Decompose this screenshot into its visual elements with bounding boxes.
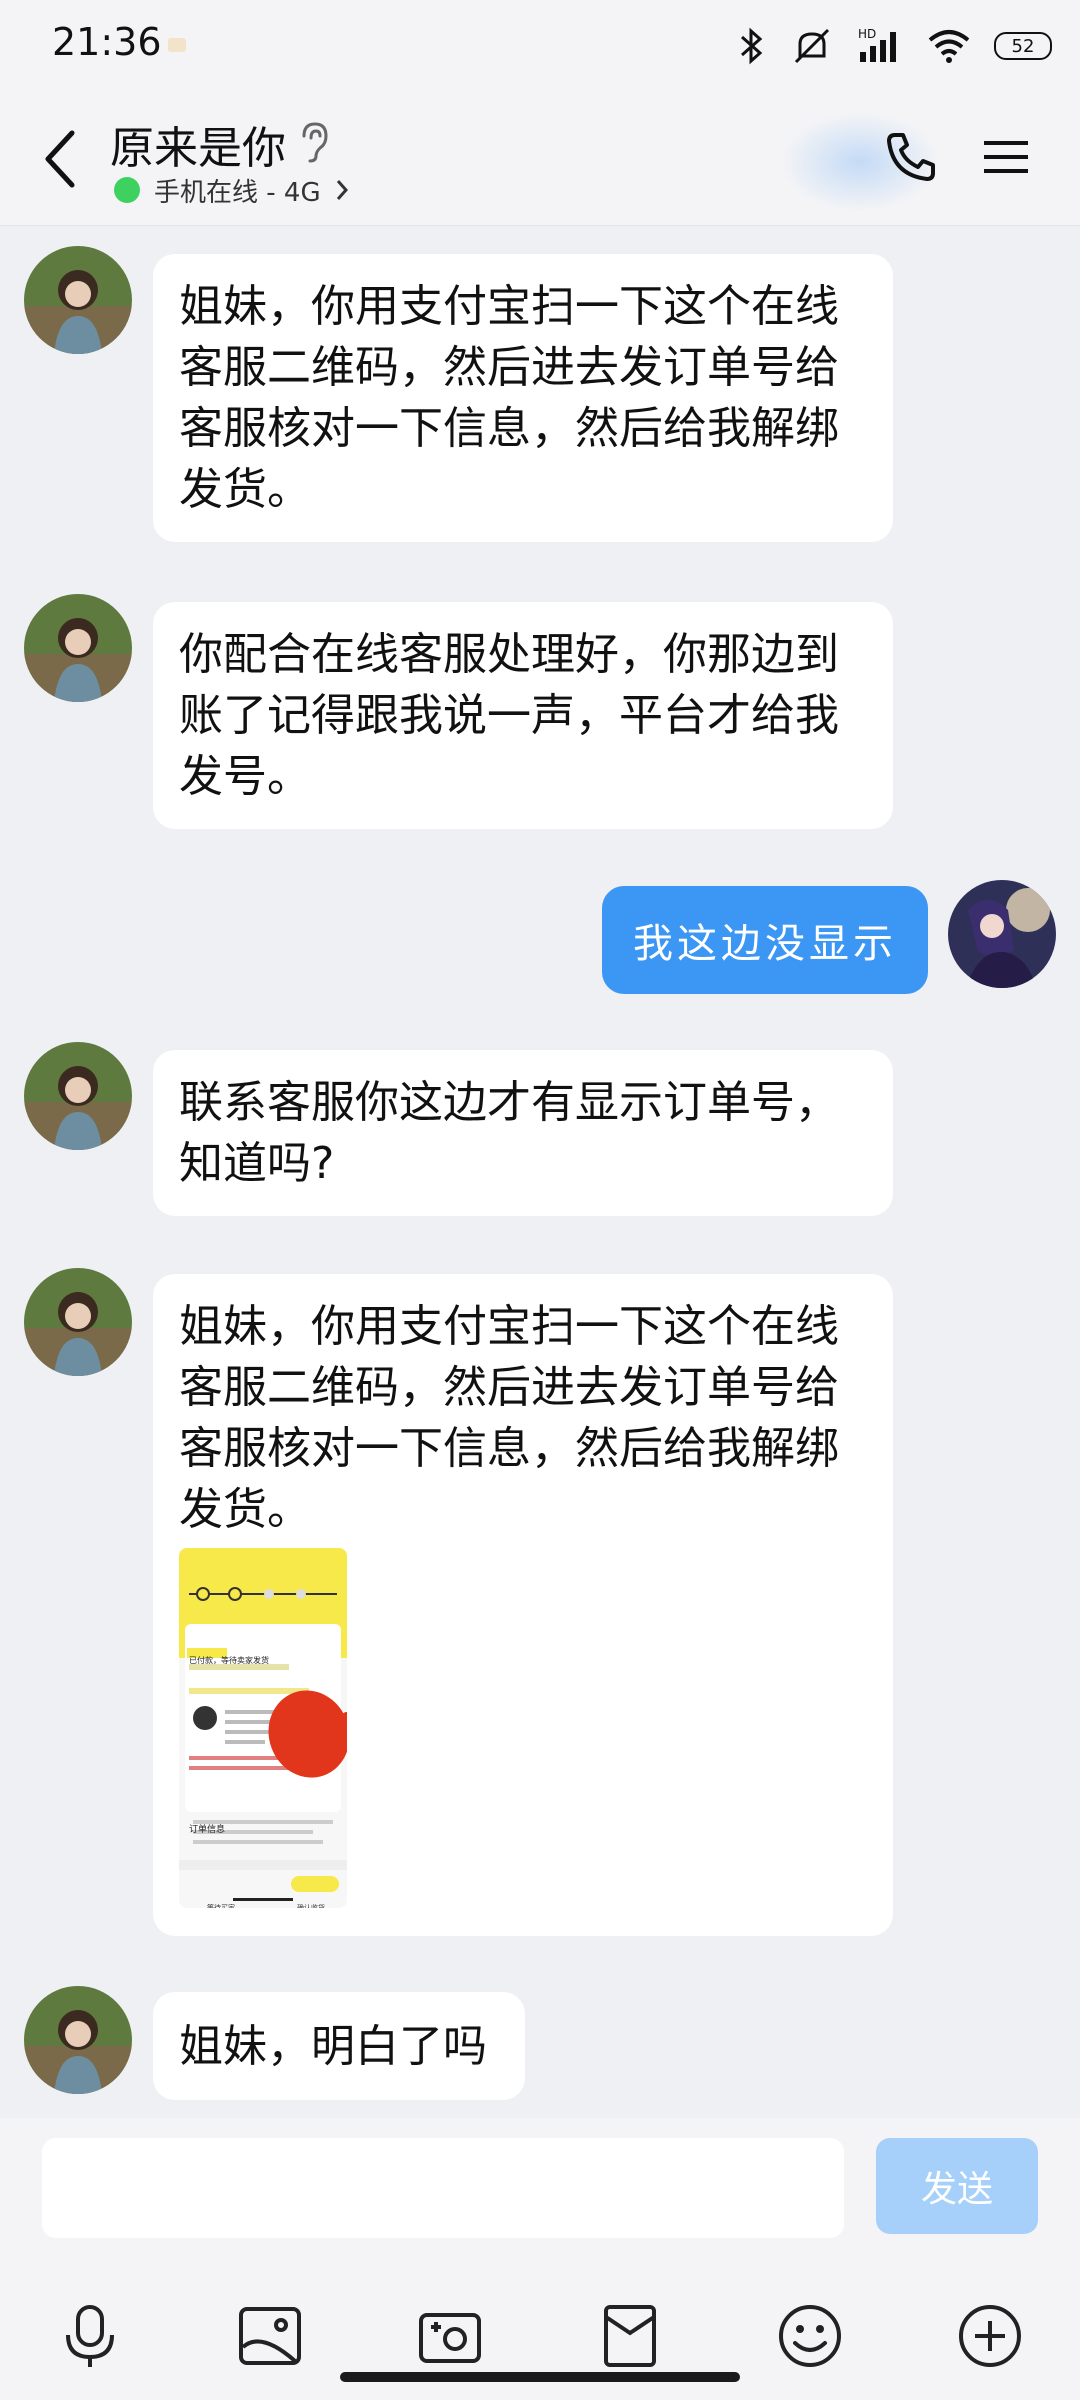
contact-avatar[interactable] (24, 1986, 132, 2094)
microphone-icon (66, 2305, 114, 2367)
emoji-icon (779, 2305, 841, 2367)
red-packet-icon (604, 2305, 656, 2367)
message-bubble[interactable]: 你配合在线客服处理好，你那边到 账了记得跟我说一声，平台才给我 发号。 (153, 602, 893, 829)
emoji-button[interactable] (770, 2296, 850, 2376)
message-text: 我这边没显示 (633, 921, 897, 967)
camera-button[interactable] (410, 2296, 490, 2376)
message-line: 客服二维码，然后进去发订单号给 (179, 342, 839, 393)
image-order-section: 订单信息 (189, 1825, 226, 1835)
message-line: 客服二维码，然后进去发订单号给 (179, 1362, 839, 1413)
contact-name[interactable]: 原来是你 (110, 112, 286, 176)
image-btn-right: 确认收货 (297, 1904, 325, 1908)
status-bar: 21:36 HD 52 (0, 0, 1080, 92)
image-btn-left: 等待买家 (207, 1904, 235, 1908)
more-menu-button[interactable] (974, 122, 1038, 192)
svg-text:HD: HD (858, 27, 876, 41)
chat-header: 原来是你 手机在线 - 4G (0, 92, 1080, 226)
signal-icon: HD (858, 27, 896, 62)
image-order-status: 已付款，等待卖家发货 (189, 1656, 269, 1665)
phone-icon (887, 133, 935, 181)
ear-icon (302, 122, 328, 163)
notification-icon (168, 38, 186, 52)
mute-icon (794, 28, 830, 64)
send-button[interactable]: 发送 (876, 2138, 1038, 2234)
message-text: 姐妹，明白了吗 (179, 2020, 487, 2072)
message-line: 知道吗? (179, 1138, 335, 1189)
message-bubble[interactable]: 姐妹，你用支付宝扫一下这个在线 客服二维码，然后进去发订单号给 客服核对一下信息… (153, 254, 893, 542)
message-line: 姐妹，你用支付宝扫一下这个在线 (179, 1301, 839, 1352)
voice-button[interactable] (50, 2296, 130, 2376)
call-button[interactable] (876, 122, 946, 192)
more-actions-button[interactable] (950, 2296, 1030, 2376)
message-line: 账了记得跟我说一声，平台才给我 (179, 690, 839, 741)
message-bubble[interactable]: 姐妹，你用支付宝扫一下这个在线 客服二维码，然后进去发订单号给 客服核对一下信息… (153, 1274, 893, 1936)
input-bar: 发送 (0, 2118, 1080, 2400)
message-bubble[interactable]: 姐妹，明白了吗 (153, 1992, 525, 2100)
message-image[interactable]: 已付款，等待卖家发货 订单信息 等待买家 确认收货 (179, 1548, 347, 1908)
message-line: 联系客服你这边才有显示订单号， (179, 1077, 839, 1128)
message-line: 发号。 (179, 751, 311, 802)
chevron-right-icon (336, 180, 349, 200)
camera-icon (419, 2313, 481, 2363)
message-line: 你配合在线客服处理好，你那边到 (179, 629, 839, 680)
online-status[interactable]: 手机在线 - 4G (154, 172, 321, 209)
hamburger-icon (984, 141, 1028, 173)
battery-icon: 52 (994, 32, 1052, 60)
message-line: 姐妹，你用支付宝扫一下这个在线 (179, 281, 839, 332)
plus-icon (959, 2305, 1021, 2367)
message-line: 发货。 (179, 1484, 311, 1535)
contact-avatar[interactable] (24, 246, 132, 354)
message-input[interactable] (42, 2138, 844, 2238)
bluetooth-icon (741, 27, 763, 65)
message-line: 客服核对一下信息，然后给我解绑 (179, 1423, 839, 1474)
message-line: 发货。 (179, 464, 311, 515)
message-line: 客服核对一下信息，然后给我解绑 (179, 403, 839, 454)
image-icon (239, 2307, 301, 2365)
message-bubble[interactable]: 联系客服你这边才有显示订单号， 知道吗? (153, 1050, 893, 1216)
wifi-icon (928, 30, 970, 63)
contact-avatar[interactable] (24, 1268, 132, 1376)
status-time: 21:36 (52, 20, 162, 64)
my-avatar[interactable] (948, 880, 1056, 988)
contact-avatar[interactable] (24, 1042, 132, 1150)
outgoing-message-bubble[interactable]: 我这边没显示 (602, 886, 928, 994)
online-indicator (114, 177, 140, 203)
photo-button[interactable] (230, 2296, 310, 2376)
status-icons: HD 52 (736, 22, 1052, 70)
red-packet-button[interactable] (590, 2296, 670, 2376)
chevron-left-icon (45, 130, 75, 188)
home-indicator[interactable] (340, 2372, 740, 2382)
contact-avatar[interactable] (24, 594, 132, 702)
back-button[interactable] (28, 122, 92, 196)
